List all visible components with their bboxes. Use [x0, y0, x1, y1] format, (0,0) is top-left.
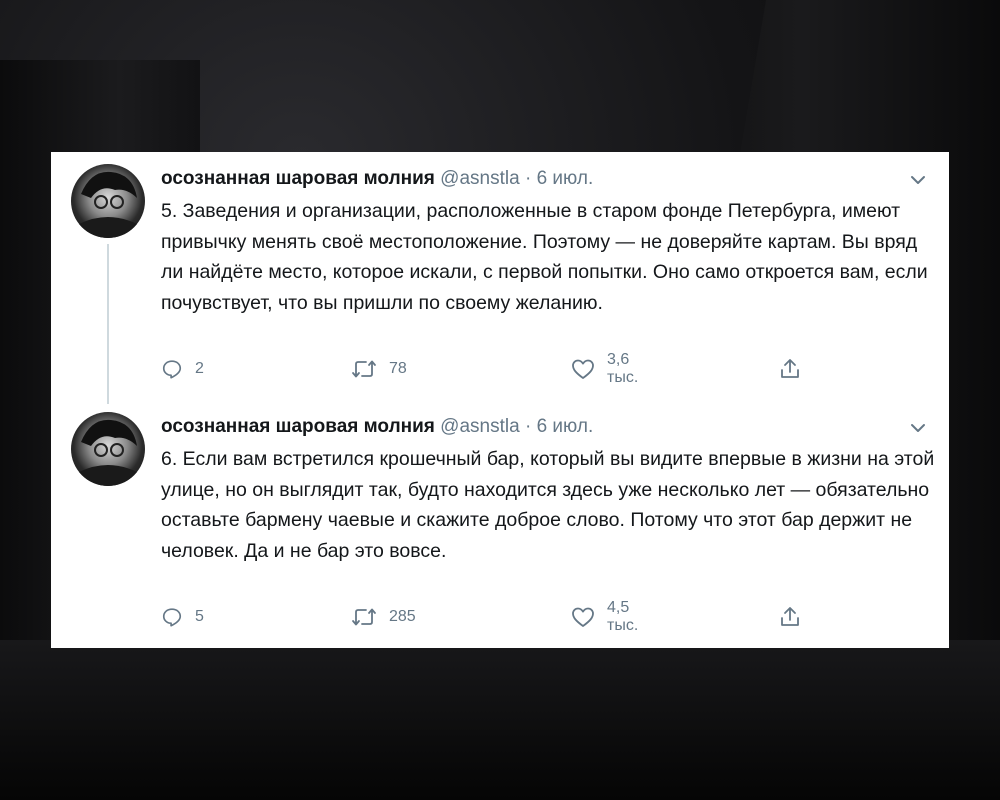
like-button[interactable]: 4,5 тыс.	[571, 599, 639, 634]
retweet-count: 78	[389, 360, 407, 377]
tweet[interactable]: осознанная шаровая молния @asnstla · 6 и…	[51, 152, 949, 404]
reply-count: 2	[195, 360, 204, 377]
retweet-button[interactable]: 78	[351, 354, 407, 384]
reply-button[interactable]: 2	[161, 354, 204, 384]
author-handle[interactable]: @asnstla	[440, 416, 520, 437]
separator-dot: ·	[524, 168, 532, 189]
tweet-date[interactable]: 6 июл.	[537, 168, 594, 189]
tweet-header: осознанная шаровая молния @asnstla · 6 и…	[161, 166, 593, 192]
background-street	[0, 640, 1000, 800]
retweet-icon	[351, 358, 377, 380]
tweet-text: 6. Если вам встретился крошечный бар, ко…	[161, 448, 935, 562]
reply-count: 5	[195, 608, 204, 625]
author-name[interactable]: осознанная шаровая молния	[161, 416, 435, 437]
author-handle[interactable]: @asnstla	[440, 168, 520, 189]
share-button[interactable]	[778, 354, 802, 384]
tweet-thread-card: осознанная шаровая молния @asnstla · 6 и…	[51, 152, 949, 648]
retweet-icon	[351, 606, 377, 628]
thread-connector-line	[107, 244, 109, 404]
author-name[interactable]: осознанная шаровая молния	[161, 168, 435, 189]
tweet-date[interactable]: 6 июл.	[537, 416, 594, 437]
retweet-count: 285	[389, 608, 416, 625]
like-icon	[571, 358, 595, 380]
chevron-down-icon[interactable]	[908, 170, 928, 190]
avatar[interactable]	[71, 164, 145, 238]
share-icon	[778, 605, 802, 629]
like-count: 3,6 тыс.	[607, 351, 639, 386]
share-button[interactable]	[778, 602, 802, 632]
tweet-text: 5. Заведения и организации, расположенны…	[161, 200, 928, 314]
like-button[interactable]: 3,6 тыс.	[571, 351, 639, 386]
share-icon	[778, 357, 802, 381]
avatar[interactable]	[71, 412, 145, 486]
separator-dot: ·	[524, 416, 532, 437]
like-count: 4,5 тыс.	[607, 599, 639, 634]
like-icon	[571, 606, 595, 628]
reply-button[interactable]: 5	[161, 602, 204, 632]
tweet[interactable]: осознанная шаровая молния @asnstla · 6 и…	[51, 400, 949, 648]
chevron-down-icon[interactable]	[908, 418, 928, 438]
reply-icon	[161, 358, 183, 380]
tweet-header: осознанная шаровая молния @asnstla · 6 и…	[161, 414, 593, 440]
retweet-button[interactable]: 285	[351, 602, 416, 632]
reply-icon	[161, 606, 183, 628]
